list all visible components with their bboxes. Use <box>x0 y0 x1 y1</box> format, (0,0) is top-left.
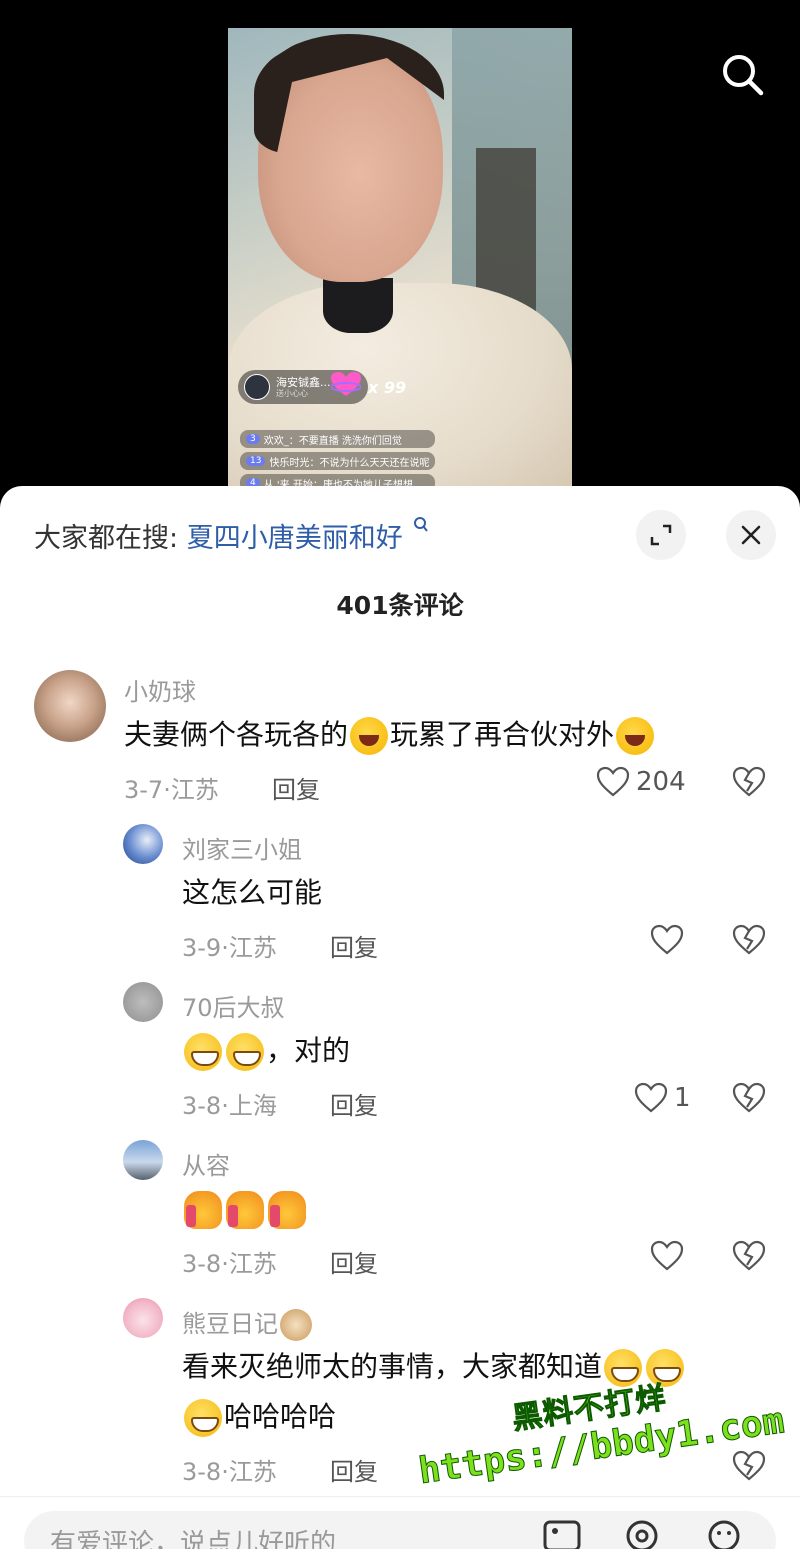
avatar[interactable] <box>123 1140 163 1180</box>
small-search-icon <box>413 516 429 539</box>
comment-text-part: 玩累了再合伙对外 <box>390 718 615 751</box>
image-icon[interactable] <box>542 1519 582 1549</box>
comment-text-part: 夫妻俩个各玩各的 <box>124 718 349 751</box>
like-count: 1 <box>674 1083 691 1113</box>
comment-text <box>182 1184 308 1234</box>
gift-count: x 99 <box>368 378 407 397</box>
dislike-icon[interactable] <box>732 766 766 798</box>
comment-date-location: 3-8·上海 <box>182 1092 277 1120</box>
reply-button[interactable]: 回复 <box>272 770 320 805</box>
commenter-name[interactable]: 刘家三小姐 <box>182 830 302 865</box>
heart-icon[interactable] <box>650 924 684 956</box>
host-subtitle: 送小心心 <box>276 388 308 398</box>
commenter-name[interactable]: 熊豆日记 <box>182 1310 278 1338</box>
host-avatar <box>244 374 270 400</box>
comment-sheet-header: 大家都在搜: 夏四小唐美丽和好 401条评论 <box>0 486 800 620</box>
search-icon[interactable] <box>718 50 766 98</box>
reply-comment-item: 刘家三小姐 这怎么可能 3-9·江苏 回复 <box>0 824 800 974</box>
expand-icon <box>650 524 672 546</box>
commenter-name[interactable]: 小奶球 <box>124 672 196 707</box>
comment-text-part: ，对的 <box>266 1034 351 1067</box>
video-person-neck <box>323 278 393 333</box>
comment-date-location: 3-8·江苏 <box>182 1250 277 1278</box>
hot-search-link[interactable]: 夏四小唐美丽和好 <box>187 523 403 554</box>
comment-input-bar: 有爱评论，说点儿好听的 <box>0 1496 800 1549</box>
heart-icon <box>596 766 630 797</box>
close-icon <box>741 525 761 545</box>
hot-search-suggestion[interactable]: 大家都在搜: 夏四小唐美丽和好 <box>34 516 429 555</box>
dislike-icon[interactable] <box>732 1240 766 1272</box>
mention-icon[interactable] <box>622 1519 662 1549</box>
reply-button[interactable]: 回复 <box>330 1244 378 1279</box>
avatar[interactable] <box>123 1298 163 1338</box>
like-count: 204 <box>636 767 686 797</box>
comment-count: 401条评论 <box>336 591 464 620</box>
grin-emoji-icon <box>226 1033 264 1071</box>
laugh-cry-emoji-icon <box>616 717 655 755</box>
dog-emoji-icon <box>280 1309 312 1341</box>
heart-icon[interactable] <box>650 1240 684 1272</box>
live-message-text: 快乐时光：不说为什么天天还在说呢 <box>269 457 430 469</box>
live-message-text: 欢欢_：不要直播 洗洗你们回觉 <box>263 435 402 447</box>
expand-button[interactable] <box>636 510 686 560</box>
thumbs-up-emoji-icon <box>226 1191 264 1229</box>
live-message-list: 3 欢欢_：不要直播 洗洗你们回觉 13 快乐时光：不说为什么天天还在说呢 4 … <box>240 430 436 492</box>
comment-date-location: 3-8·江苏 <box>182 1458 277 1486</box>
reply-button[interactable]: 回复 <box>330 1452 378 1487</box>
emoji-icon[interactable] <box>704 1519 744 1549</box>
comment-text-part: 哈哈哈哈 <box>224 1400 337 1433</box>
like-button[interactable]: 1 <box>634 1082 691 1114</box>
fan-level-badge: 3 <box>246 434 260 444</box>
video-area[interactable]: 海安铖鑫... 送小心心 x 99 3 欢欢_：不要直播 洗洗你们回觉 13 快… <box>0 0 800 500</box>
thumbs-up-emoji-icon <box>268 1191 306 1229</box>
comment-text: ，对的 <box>182 1026 350 1076</box>
dislike-icon[interactable] <box>732 1450 766 1482</box>
close-button[interactable] <box>726 510 776 560</box>
grin-emoji-icon <box>184 1033 222 1071</box>
avatar[interactable] <box>34 670 106 742</box>
avatar[interactable] <box>123 982 163 1022</box>
comment-text: 这怎么可能 <box>182 876 323 909</box>
live-video-frame[interactable]: 海安铖鑫... 送小心心 x 99 3 欢欢_：不要直播 洗洗你们回觉 13 快… <box>228 28 572 500</box>
reply-button[interactable]: 回复 <box>330 928 378 963</box>
live-message: 3 欢欢_：不要直播 洗洗你们回觉 <box>240 430 436 448</box>
comment-item: 小奶球 夫妻俩个各玩各的 玩累了再合伙对外 3-7·江苏 回复 204 <box>0 666 800 816</box>
thumbs-up-emoji-icon <box>184 1191 222 1229</box>
comment-date-location: 3-9·江苏 <box>182 934 277 962</box>
reply-comment-item: 从容 3-8·江苏 回复 <box>0 1140 800 1290</box>
reply-button[interactable]: 回复 <box>330 1086 378 1121</box>
comment-text-part: 看来灭绝师太的事情，大家都知道 <box>182 1350 603 1383</box>
reply-comment-item: 70后大叔 ，对的 3-8·上海 回复 1 <box>0 982 800 1132</box>
dislike-icon[interactable] <box>732 1082 766 1114</box>
hot-search-prefix: 大家都在搜: <box>34 523 179 554</box>
dislike-icon[interactable] <box>732 924 766 956</box>
comment-input-placeholder: 有爱评论，说点儿好听的 <box>50 1529 337 1549</box>
comment-text: 夫妻俩个各玩各的 玩累了再合伙对外 <box>124 710 656 760</box>
heart-gift-icon <box>331 372 361 396</box>
live-message: 13 快乐时光：不说为什么天天还在说呢 <box>240 452 436 470</box>
heart-icon <box>634 1082 668 1113</box>
host-name: 海安铖鑫... <box>276 375 331 389</box>
grin-sweat-emoji-icon <box>184 1399 222 1437</box>
commenter-name[interactable]: 从容 <box>182 1146 230 1181</box>
fan-level-badge: 13 <box>246 456 266 466</box>
avatar[interactable] <box>123 824 163 864</box>
like-button[interactable]: 204 <box>596 766 686 798</box>
commenter-name[interactable]: 70后大叔 <box>182 988 285 1023</box>
comment-date-location: 3-7·江苏 <box>124 776 219 804</box>
laugh-cry-emoji-icon <box>350 717 389 755</box>
commenter-name-row[interactable]: 熊豆日记 <box>182 1304 314 1341</box>
comment-text-line2: 哈哈哈哈 <box>182 1392 336 1442</box>
